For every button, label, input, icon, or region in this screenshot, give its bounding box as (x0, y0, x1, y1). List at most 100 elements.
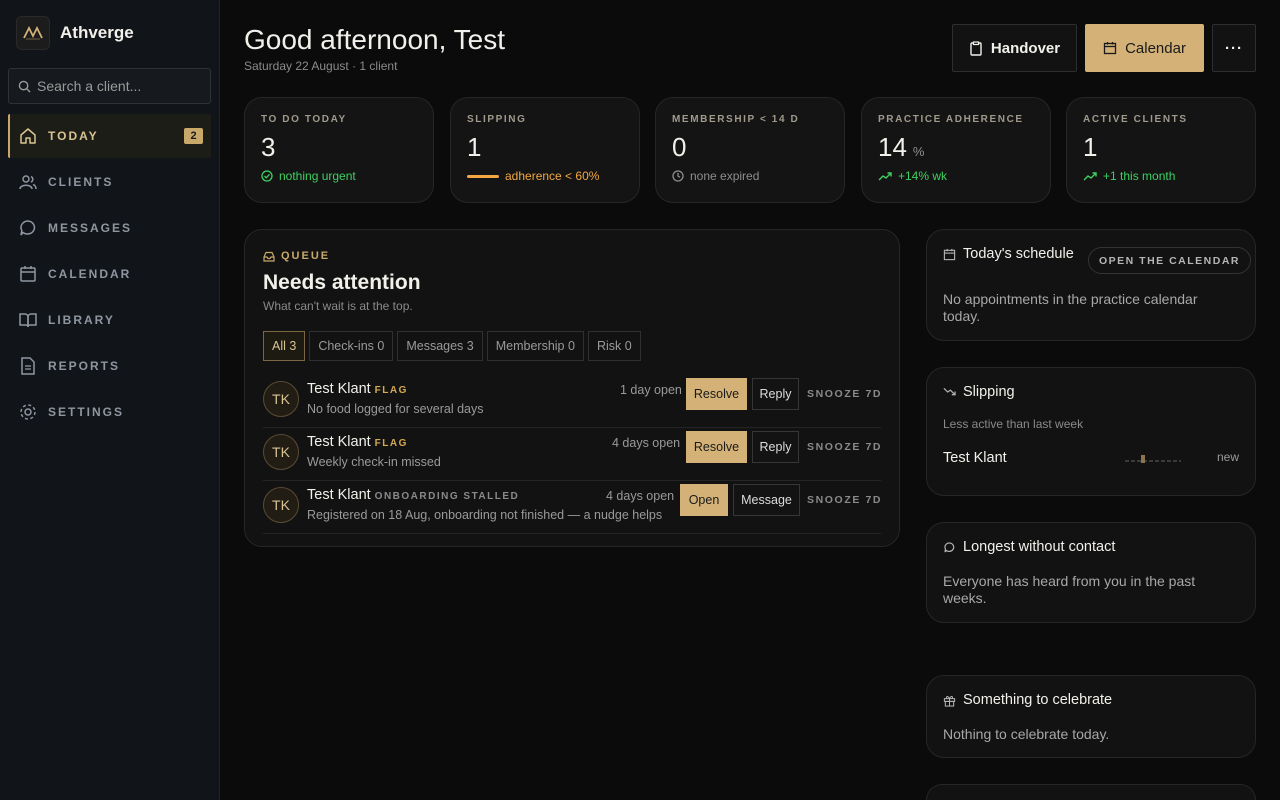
schedule-empty-text: No appointments in the practice calendar… (943, 291, 1198, 324)
avatar: TK (263, 487, 299, 523)
nav-item-clients[interactable]: CLIENTS (8, 160, 211, 204)
tab-all[interactable]: All 3 (263, 331, 306, 361)
flag-tag: FLAG (374, 385, 408, 396)
contact-title: Longest without contact (963, 539, 1116, 555)
nav-badge-today: 2 (184, 128, 203, 144)
stat-card-membership[interactable]: MEMBERSHIP < 14 D 0 none expired (655, 97, 845, 203)
stat-note: nothing urgent (279, 169, 356, 183)
book-icon (19, 313, 37, 328)
open-button[interactable]: Open (680, 484, 728, 516)
calendar-icon (20, 266, 36, 282)
stat-label: ACTIVE CLIENTS (1083, 114, 1188, 125)
stat-card-active-clients[interactable]: ACTIVE CLIENTS 1 +1 this month (1066, 97, 1256, 203)
schedule-title: Today's schedule (963, 246, 1074, 262)
open-calendar-button[interactable]: OPEN THE CALENDAR (1088, 247, 1252, 274)
stat-note: none expired (690, 169, 760, 183)
page-subtitle: Saturday 22 August · 1 client (244, 59, 398, 73)
celebrate-title: Something to celebrate (963, 692, 1113, 708)
open-duration: 1 day open (620, 383, 682, 397)
tab-messages[interactable]: Messages 3 (397, 331, 483, 361)
nav-item-reports[interactable]: REPORTS (8, 344, 211, 388)
nav-label: REPORTS (48, 359, 121, 373)
nav-item-today[interactable]: TODAY 2 (8, 114, 211, 158)
snooze-button[interactable]: SNOOZE 7D (807, 388, 882, 400)
row-description: No food logged for several days (307, 402, 484, 416)
tab-check-ins[interactable]: Check-ins 0 (309, 331, 394, 361)
queue-row[interactable]: TK Test Klant FLAG Weekly check-in missed… (263, 428, 881, 481)
check-circle-icon (261, 170, 273, 182)
calendar-icon (943, 248, 956, 260)
queue-title: Needs attention (263, 271, 421, 294)
clock-icon (672, 170, 684, 182)
calendar-label: Calendar (1125, 39, 1186, 57)
slipping-card: Slipping Less active than last week Test… (926, 367, 1256, 496)
bar-icon (467, 174, 499, 178)
client-search[interactable] (8, 68, 211, 104)
celebrate-text: Nothing to celebrate today. (943, 726, 1110, 742)
nav-item-settings[interactable]: SETTINGS (8, 390, 211, 434)
home-icon (20, 128, 36, 144)
nav-item-messages[interactable]: MESSAGES (8, 206, 211, 250)
trend-up-icon (1083, 172, 1097, 181)
tab-membership[interactable]: Membership 0 (486, 331, 584, 361)
message-button[interactable]: Message (733, 484, 800, 516)
next-card-partial (926, 784, 1256, 800)
row-description: Weekly check-in missed (307, 455, 441, 469)
stat-value: 3 (261, 132, 276, 162)
stat-label: MEMBERSHIP < 14 D (672, 114, 800, 125)
nav-label: CALENDAR (48, 267, 132, 281)
snooze-button[interactable]: SNOOZE 7D (807, 441, 882, 453)
contact-card: Longest without contact Everyone has hea… (926, 522, 1256, 623)
calendar-icon (1103, 42, 1117, 55)
calendar-button[interactable]: Calendar (1085, 24, 1204, 72)
stat-label: TO DO TODAY (261, 114, 347, 125)
stat-note: +14% wk (898, 169, 948, 183)
queue-subtitle: What can't wait is at the top. (263, 299, 413, 313)
handover-label: Handover (990, 39, 1061, 57)
gear-icon (20, 404, 36, 420)
stat-note: +1 this month (1103, 169, 1176, 183)
reply-button[interactable]: Reply (752, 378, 799, 410)
nav-label: TODAY (48, 129, 99, 143)
snooze-button[interactable]: SNOOZE 7D (807, 494, 882, 506)
flag-tag: ONBOARDING STALLED (374, 491, 520, 502)
nav-item-library[interactable]: LIBRARY (8, 298, 211, 342)
celebrate-card: Something to celebrate Nothing to celebr… (926, 675, 1256, 758)
resolve-button[interactable]: Resolve (686, 431, 747, 463)
schedule-card: Today's schedule OPEN THE CALENDAR No ap… (926, 229, 1256, 341)
slipping-client-name[interactable]: Test Klant (943, 450, 1007, 466)
stat-value: 0 (672, 132, 687, 162)
stat-label: SLIPPING (467, 114, 527, 125)
stat-card-slipping[interactable]: SLIPPING 1 adherence < 60% (450, 97, 640, 203)
logo-icon (16, 16, 50, 50)
avatar: TK (263, 381, 299, 417)
search-input[interactable] (37, 78, 197, 94)
handover-button[interactable]: Handover (952, 24, 1077, 72)
chat-icon (944, 541, 955, 552)
queue-row[interactable]: TK Test Klant FLAG No food logged for sev… (263, 375, 881, 428)
users-icon (19, 175, 37, 190)
client-name[interactable]: Test Klant (307, 434, 371, 450)
nav-label: LIBRARY (48, 313, 115, 327)
app-name: Athverge (60, 23, 134, 42)
queue-row[interactable]: TK Test Klant ONBOARDING STALLED Register… (263, 481, 881, 534)
stat-unit: % (912, 144, 925, 159)
brand[interactable]: Athverge (16, 16, 134, 50)
reply-button[interactable]: Reply (752, 431, 799, 463)
stat-card-adherence[interactable]: PRACTICE ADHERENCE 14% +14% wk (861, 97, 1051, 203)
more-icon: ··· (1225, 39, 1243, 57)
tab-risk[interactable]: Risk 0 (587, 331, 641, 361)
file-icon (21, 357, 35, 375)
resolve-button[interactable]: Resolve (686, 378, 747, 410)
main-nav: TODAY 2 CLIENTS MESSAGES CALENDAR LIBRAR… (8, 114, 211, 436)
stat-card-todo[interactable]: TO DO TODAY 3 nothing urgent (244, 97, 434, 203)
client-name[interactable]: Test Klant (307, 381, 371, 397)
inbox-icon (263, 251, 275, 262)
activity-sparkline (1125, 455, 1181, 463)
client-name[interactable]: Test Klant (307, 487, 371, 503)
gift-icon (943, 695, 956, 707)
nav-label: MESSAGES (48, 221, 133, 235)
slipping-title: Slipping (963, 384, 1015, 400)
nav-item-calendar[interactable]: CALENDAR (8, 252, 211, 296)
more-button[interactable]: ··· (1212, 24, 1256, 72)
